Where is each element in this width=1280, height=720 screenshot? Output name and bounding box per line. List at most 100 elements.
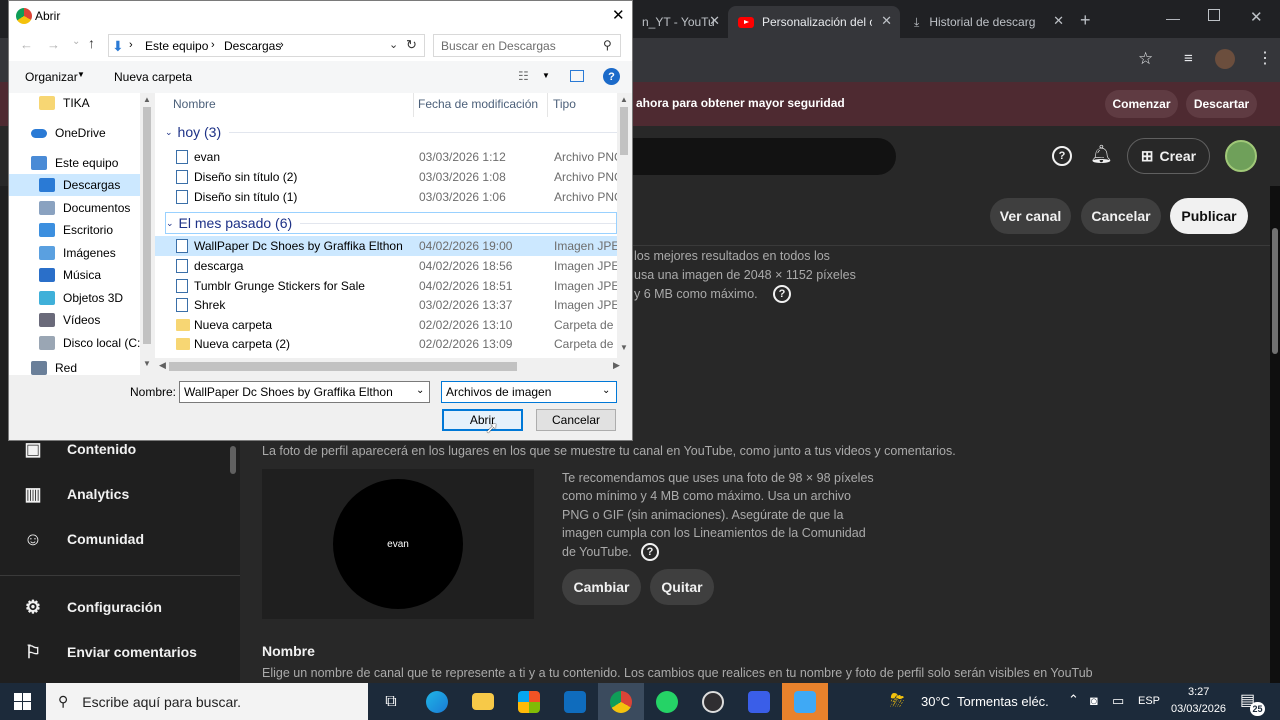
view-channel-button[interactable]: Ver canal [990, 198, 1071, 234]
open-button[interactable]: Abrir [442, 409, 523, 431]
up-arrow-icon[interactable]: ↑ [88, 35, 95, 51]
more-menu-icon[interactable]: ⋮ [1257, 48, 1273, 68]
chevron-down-icon[interactable]: ▼ [542, 71, 550, 80]
scroll-right-icon[interactable]: ▶ [613, 360, 620, 371]
chevron-down-icon[interactable]: ⌄ [602, 385, 610, 396]
forward-arrow-icon[interactable]: → [47, 37, 60, 52]
photos-app-icon[interactable] [782, 683, 828, 720]
file-explorer-icon[interactable] [460, 683, 506, 720]
tab-personalization[interactable]: Personalización del ca ✕ [728, 6, 900, 38]
nav-item-pictures[interactable]: Imágenes [39, 242, 116, 264]
new-folder-button[interactable]: Nueva carpeta [114, 70, 192, 84]
file-row[interactable]: descarga 04/02/2026 18:56 Imagen JPEG [155, 256, 629, 276]
change-photo-button[interactable]: Cambiar [562, 569, 641, 605]
file-row[interactable]: Diseño sin título (1) 03/03/2026 1:06 Ar… [155, 187, 623, 207]
start-button[interactable]: Comenzar [1105, 90, 1178, 118]
cancel-dialog-button[interactable]: Cancelar [536, 409, 616, 431]
sidebar-item-feedback[interactable]: ⚐ Enviar comentarios [22, 638, 197, 666]
chevron-down-icon[interactable]: ⌄ [72, 36, 80, 47]
account-avatar[interactable] [1225, 140, 1257, 172]
scroll-thumb[interactable] [169, 362, 517, 371]
close-icon[interactable]: ✕ [881, 13, 892, 29]
scroll-up-icon[interactable]: ▲ [143, 95, 151, 104]
address-bar[interactable]: ⬇ › Este equipo › Descargas › ⌄ ↻ [108, 34, 425, 57]
scroll-down-icon[interactable]: ▼ [620, 343, 628, 352]
language-indicator[interactable]: ESP [1138, 695, 1161, 707]
remove-photo-button[interactable]: Quitar [650, 569, 714, 605]
file-row[interactable]: Shrek 03/02/2026 13:37 Imagen JPEG [155, 295, 629, 315]
page-scrollbar[interactable] [1272, 228, 1278, 354]
taskbar-search-input[interactable]: ⚲ Escribe aquí para buscar. [46, 683, 368, 720]
nav-item-documents[interactable]: Documentos [39, 197, 130, 219]
studio-search-input[interactable] [600, 138, 896, 175]
column-header-type[interactable]: Tipo [553, 97, 576, 111]
nav-item-network[interactable]: Red [31, 361, 77, 375]
camera-tray-icon[interactable]: ◙ [1090, 693, 1098, 708]
nav-scrollbar[interactable]: ▲ ▼ [140, 93, 154, 375]
restore-icon[interactable] [1208, 9, 1220, 21]
dialog-search-input[interactable]: Buscar en Descargas ⚲ [433, 34, 621, 57]
obs-icon[interactable] [690, 683, 736, 720]
breadcrumb-downloads[interactable]: Descargas [224, 39, 281, 53]
scroll-down-icon[interactable]: ▼ [143, 359, 151, 368]
dismiss-button[interactable]: Descartar [1186, 90, 1257, 118]
column-divider[interactable] [547, 93, 548, 117]
outlook-icon[interactable] [552, 683, 598, 720]
help-icon[interactable]: ? [773, 285, 791, 303]
nav-item-this-pc[interactable]: Este equipo [31, 152, 118, 174]
close-icon[interactable]: ✕ [709, 13, 720, 29]
tab-downloads-history[interactable]: ⤓ Historial de descarg ✕ [904, 6, 1072, 38]
column-divider[interactable] [413, 93, 414, 117]
tab-channel-yt[interactable]: n_YT - YouTu ✕ [632, 6, 728, 38]
create-button[interactable]: ⊞ Crear [1127, 138, 1210, 174]
network-tray-icon[interactable]: ▭ [1112, 693, 1124, 709]
sidebar-item-settings[interactable]: ⚙ Configuración [22, 593, 162, 621]
media-queue-icon[interactable]: ≡ [1184, 50, 1193, 67]
task-view-icon[interactable]: ⧉ [368, 683, 414, 720]
breadcrumb-this-pc[interactable]: Este equipo [145, 39, 208, 53]
cancel-button[interactable]: Cancelar [1081, 198, 1161, 234]
preview-pane-icon[interactable] [570, 70, 584, 82]
nav-item-onedrive[interactable]: OneDrive [31, 122, 106, 144]
nav-item-videos[interactable]: Vídeos [39, 309, 100, 331]
nav-item-3d-objects[interactable]: Objetos 3D [39, 287, 123, 309]
chevron-down-icon[interactable]: ⌄ [416, 385, 424, 396]
nav-item-desktop[interactable]: Escritorio [39, 219, 113, 241]
organize-menu[interactable]: Organizar [25, 70, 78, 84]
nav-item-music[interactable]: Música [39, 264, 101, 286]
filename-input[interactable]: WallPaper Dc Shoes by Graffika Elthon ⌄ [179, 381, 430, 403]
editor-app-icon[interactable] [736, 683, 782, 720]
folder-row[interactable]: Nueva carpeta 02/02/2026 13:10 Carpeta d… [155, 315, 627, 335]
filetype-select[interactable]: Archivos de imagen ⌄ [441, 381, 617, 403]
close-window-icon[interactable]: ✕ [1250, 8, 1263, 26]
file-horizontal-scrollbar[interactable]: ◀ ▶ [155, 358, 631, 375]
scroll-thumb[interactable] [143, 107, 151, 344]
edge-icon[interactable] [414, 683, 460, 720]
store-icon[interactable] [506, 683, 552, 720]
close-icon[interactable]: ✕ [612, 6, 625, 24]
scroll-left-icon[interactable]: ◀ [159, 360, 166, 371]
weather-text[interactable]: 30°C Tormentas eléc. [921, 694, 1049, 709]
sidebar-scrollbar[interactable] [230, 446, 236, 474]
scroll-up-icon[interactable]: ▲ [620, 95, 628, 104]
refresh-icon[interactable]: ↻ [406, 37, 417, 53]
new-tab-button[interactable]: + [1080, 10, 1091, 31]
whatsapp-icon[interactable] [644, 683, 690, 720]
bookmark-star-icon[interactable]: ☆ [1138, 49, 1153, 69]
nav-item-downloads[interactable]: Descargas [39, 174, 120, 196]
file-row-selected[interactable]: WallPaper Dc Shoes by Graffika Elthon 04… [155, 236, 629, 256]
column-header-date[interactable]: Fecha de modificación [418, 97, 538, 111]
file-row[interactable]: Tumblr Grunge Stickers for Sale 04/02/20… [155, 276, 629, 296]
help-icon[interactable]: ? [603, 68, 620, 85]
nav-item-local-disk[interactable]: Disco local (C:) [39, 332, 144, 354]
nav-item-tika[interactable]: TIKA [39, 92, 90, 114]
back-arrow-icon[interactable]: ← [20, 37, 33, 52]
close-icon[interactable]: ✕ [1053, 13, 1064, 29]
windows-start-icon[interactable] [14, 693, 31, 710]
profile-avatar[interactable] [1215, 49, 1235, 69]
minimize-icon[interactable]: — [1166, 10, 1180, 26]
sidebar-item-community[interactable]: ☺ Comunidad [22, 525, 144, 553]
chevron-up-icon[interactable]: ⌃ [1068, 692, 1079, 708]
scroll-thumb[interactable] [620, 107, 628, 155]
file-row[interactable]: evan 03/03/2026 1:12 Archivo PNG [155, 147, 623, 167]
